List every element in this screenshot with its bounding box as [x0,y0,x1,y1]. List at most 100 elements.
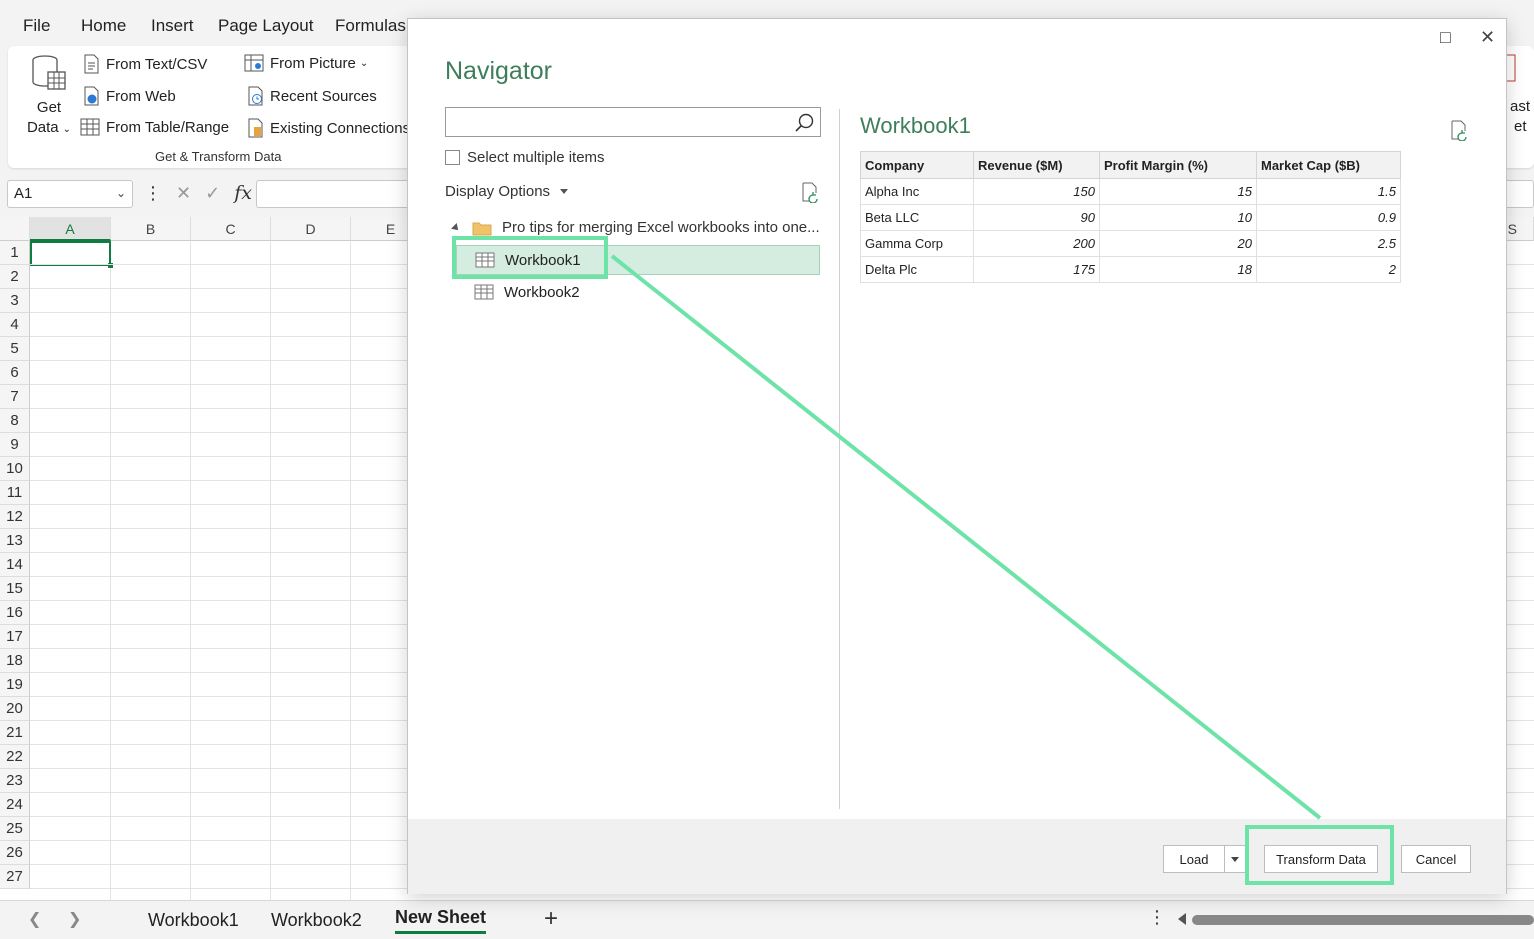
row-header-4[interactable]: 4 [0,313,30,337]
row-header-3[interactable]: 3 [0,289,30,313]
row-header-5[interactable]: 5 [0,337,30,361]
row-header-16[interactable]: 16 [0,601,30,625]
column-header-d[interactable]: D [271,217,351,241]
name-box[interactable]: A1 ⌄ [7,180,133,208]
column-header-a[interactable]: A [30,217,111,241]
menu-home[interactable]: Home [81,16,126,36]
table-row: Delta Plc 175 18 2 [860,256,1401,283]
row-header-23[interactable]: 23 [0,769,30,793]
cancel-icon[interactable]: ✕ [176,183,191,204]
table-cell: 0.9 [1256,204,1401,231]
row-header-21[interactable]: 21 [0,721,30,745]
table-cell: 175 [973,256,1100,283]
row-header-24[interactable]: 24 [0,793,30,817]
tree-item-workbook2[interactable]: Workbook2 [456,277,580,307]
row-header-25[interactable]: 25 [0,817,30,841]
maximize-icon[interactable]: □ [1440,27,1451,48]
from-picture-button[interactable]: From Picture ⌄ [244,54,368,72]
menu-formulas[interactable]: Formulas [335,16,406,36]
column-header-market-cap: Market Cap ($B) [1256,151,1401,179]
menu-file[interactable]: File [23,16,50,36]
menu-page-layout[interactable]: Page Layout [218,16,313,36]
sheet-bar: ❮ ❯ Workbook1 Workbook2 New Sheet + ⋮ [0,900,1534,939]
sheet-tab-new-sheet[interactable]: New Sheet [395,907,487,934]
row-header-11[interactable]: 11 [0,481,30,505]
search-icon[interactable] [794,112,816,134]
row-header-9[interactable]: 9 [0,433,30,457]
existing-connections-button[interactable]: Existing Connections [246,118,410,138]
row-header-7[interactable]: 7 [0,385,30,409]
grid-line [350,241,351,900]
row-header-12[interactable]: 12 [0,505,30,529]
from-table-range-label: From Table/Range [106,118,230,136]
tree-folder[interactable]: Pro tips for merging Excel workbooks int… [451,219,820,236]
table-row: Beta LLC 90 10 0.9 [860,204,1401,231]
from-table-range-button[interactable]: From Table/Range [80,118,229,136]
search-input[interactable] [445,107,821,137]
sheet-tab-workbook1[interactable]: Workbook1 [148,910,239,931]
refresh-file-icon[interactable] [1448,119,1470,141]
table-cell: 10 [1099,204,1257,231]
display-options-label: Display Options [445,183,551,200]
row-header-13[interactable]: 13 [0,529,30,553]
row-header-22[interactable]: 22 [0,745,30,769]
cancel-button[interactable]: Cancel [1401,845,1471,873]
checkbox[interactable] [445,150,460,165]
from-text-csv-label: From Text/CSV [106,55,208,73]
load-button[interactable]: Load [1163,845,1225,873]
row-header-1[interactable]: 1 [0,241,30,265]
row-header-17[interactable]: 17 [0,625,30,649]
table-cell: Delta Plc [860,256,974,283]
existing-connections-label: Existing Connections [270,119,411,137]
highlight-box-transform-data [1245,825,1394,885]
more-icon[interactable]: ⋮ [144,183,162,204]
preview-title: Workbook1 [860,113,971,138]
close-icon[interactable]: ✕ [1480,27,1495,48]
row-header-20[interactable]: 20 [0,697,30,721]
row-header-15[interactable]: 15 [0,577,30,601]
row-header-26[interactable]: 26 [0,841,30,865]
row-header-6[interactable]: 6 [0,361,30,385]
preview-table: Company Revenue ($M) Profit Margin (%) M… [860,151,1401,283]
select-all-corner[interactable] [0,217,30,241]
row-header-10[interactable]: 10 [0,457,30,481]
from-text-csv-button[interactable]: From Text/CSV [82,54,207,74]
sheet-tab-workbook2[interactable]: Workbook2 [271,910,362,931]
display-options-dropdown[interactable]: Display Options [445,183,569,200]
chevron-right-icon[interactable]: ❯ [68,909,81,929]
chevron-down-icon[interactable]: ⌄ [116,186,126,200]
check-icon[interactable]: ✓ [205,183,220,204]
column-header-c[interactable]: C [191,217,271,241]
chevron-left-icon[interactable]: ❮ [28,909,41,929]
row-header-2[interactable]: 2 [0,265,30,289]
grid-line [110,241,111,900]
select-multiple-checkbox[interactable]: Select multiple items [445,149,605,166]
database-icon [32,55,66,90]
horizontal-scrollbar[interactable] [1192,915,1534,925]
column-header-company: Company [860,151,974,179]
row-header-8[interactable]: 8 [0,409,30,433]
active-cell-a1[interactable] [30,241,113,268]
row-header-19[interactable]: 19 [0,673,30,697]
highlight-box-workbook1 [452,236,608,279]
refresh-file-icon[interactable] [799,181,821,203]
expand-icon[interactable] [451,222,461,233]
grid-line [190,241,191,900]
row-header-27[interactable]: 27 [0,865,30,889]
more-icon[interactable]: ⋮ [1148,907,1166,928]
menu-insert[interactable]: Insert [151,16,194,36]
add-sheet-icon[interactable]: + [544,905,558,933]
load-dropdown-button[interactable] [1224,845,1246,873]
table-cell: 2.5 [1256,230,1401,257]
recent-sources-button[interactable]: Recent Sources [246,86,377,106]
picture-table-icon [244,54,264,72]
scroll-left-icon[interactable] [1178,913,1186,925]
row-header-18[interactable]: 18 [0,649,30,673]
chevron-down-icon: ⌄ [359,57,369,69]
from-web-button[interactable]: From Web [82,86,176,106]
get-data-button[interactable]: Get Data ⌄ [26,54,72,140]
row-header-14[interactable]: 14 [0,553,30,577]
column-header-b[interactable]: B [111,217,191,241]
pane-divider[interactable] [839,109,840,809]
function-icon[interactable]: fx [234,182,252,204]
